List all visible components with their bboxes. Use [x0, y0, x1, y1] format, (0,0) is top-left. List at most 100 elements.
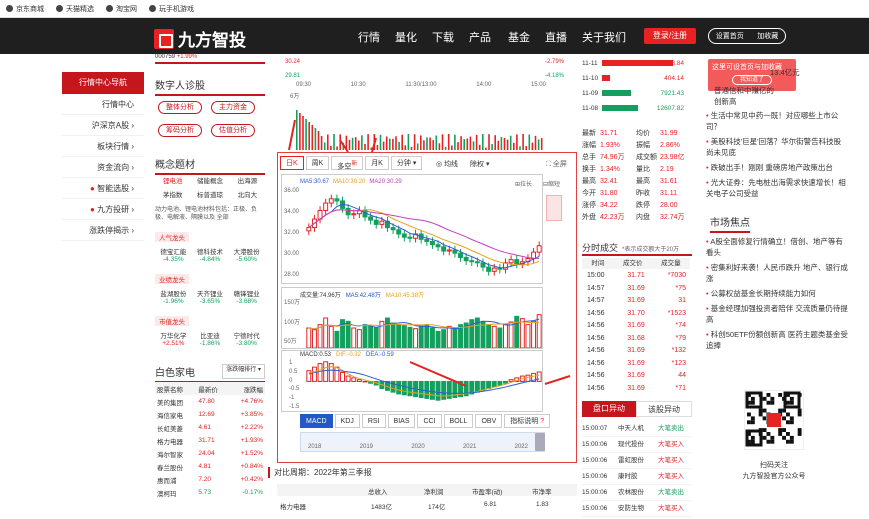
- disk-row[interactable]: 15:00:06 康时胶 大笔买入: [582, 469, 692, 485]
- stock-name[interactable]: 海尔智家: [155, 447, 196, 460]
- sector-row[interactable]: 11-09 7921.43: [582, 86, 684, 101]
- table-row[interactable]: 春兰股份 4.81 +0.84%: [155, 460, 265, 473]
- table-row[interactable]: 格力电器 31.71 +1.93%: [155, 434, 265, 447]
- ind-tab-kdj[interactable]: KDJ: [334, 414, 360, 428]
- news-item[interactable]: • 光大证券：先电桩出海需求快速增长！相关电子公司受益: [706, 177, 848, 199]
- disk-row[interactable]: 15:00:06 雷虹股份 大笔买入: [582, 453, 692, 469]
- tab-daily-k[interactable]: 日K: [280, 156, 304, 170]
- nav-item-funds[interactable]: 基金: [508, 29, 530, 45]
- nav-item-download[interactable]: 下载: [432, 29, 454, 45]
- fullscreen-button[interactable]: ⛶ 全屏: [546, 159, 567, 169]
- ind-tab-obv[interactable]: OBV: [475, 414, 503, 428]
- nav-item-about[interactable]: 关于我们: [582, 29, 626, 45]
- group-stock-name[interactable]: 天齐锂业: [192, 288, 229, 298]
- stock-name[interactable]: 海信家电: [155, 408, 196, 421]
- rights-select[interactable]: 除权 ▾: [470, 159, 489, 169]
- sector-row[interactable]: 11-10 404.14: [582, 71, 684, 86]
- diagnose-valuation-button[interactable]: 估值分析: [211, 124, 255, 137]
- table-row[interactable]: 长虹美菱 4.61 +2.22%: [155, 421, 265, 434]
- group-stock-name[interactable]: 德科技术: [192, 246, 229, 256]
- add-favorite-button[interactable]: 加收藏: [757, 31, 778, 41]
- focus-item[interactable]: • 科创50ETF份额创新高 医药主题类基金受追捧: [706, 329, 848, 351]
- group-stock-name[interactable]: 万华化学: [155, 330, 192, 340]
- disk-row[interactable]: 15:00:06 现代投份 大笔买入: [582, 437, 692, 453]
- news-item[interactable]: • 生活中常见中药一既！对应哪些上市公司？: [706, 110, 848, 132]
- table-row[interactable]: 惠而浦 7.20 +0.42%: [155, 473, 265, 486]
- top-link[interactable]: 京东商城: [6, 4, 44, 14]
- concept-tag[interactable]: 储能概念: [192, 175, 227, 185]
- left-nav-item[interactable]: 行情中心: [62, 94, 144, 115]
- news-fragment-2[interactable]: 创新高: [714, 96, 854, 107]
- focus-item[interactable]: • 基金经理加强投资者陪伴 交流质量仍待提高: [706, 303, 848, 325]
- nav-item-products[interactable]: 产品: [469, 29, 491, 45]
- concept-tag[interactable]: 锂电池: [155, 175, 190, 185]
- news-item[interactable]: • 跌破出手！刚刚 重磅房地产政策出台: [706, 162, 848, 173]
- ma-toggle[interactable]: ◎ 均线: [436, 159, 458, 169]
- stock-name[interactable]: 惠而浦: [155, 473, 196, 486]
- table-row[interactable]: 澳柯玛 5.73 -0.17%: [155, 486, 265, 499]
- stock-name[interactable]: 长虹美菱: [155, 421, 196, 434]
- left-nav-item[interactable]: 沪深京A股 ›: [62, 115, 144, 136]
- tab-market-move[interactable]: 盘口异动: [582, 401, 636, 417]
- sector-row[interactable]: 11-11 35938.84: [582, 56, 684, 71]
- diagnose-capital-button[interactable]: 主力资金: [211, 101, 255, 114]
- group-stock-name[interactable]: 宁德时代: [228, 330, 265, 340]
- left-nav-item[interactable]: ● 九方投研 ›: [62, 199, 144, 220]
- focus-item[interactable]: • 公募权益基金长期持续能力如何: [706, 288, 848, 299]
- nav-item-live[interactable]: 直播: [545, 29, 567, 45]
- table-row[interactable]: 美的集团 47.80 +4.76%: [155, 395, 265, 408]
- news-fragment-1[interactable]: 普通信和中赚亿的: [714, 85, 854, 96]
- ind-tab-help[interactable]: 指标说明 ?: [504, 414, 551, 428]
- group-stock-name[interactable]: 比亚迪: [192, 330, 229, 340]
- group-stock-name[interactable]: 赣锋锂业: [228, 288, 265, 298]
- brand-logo[interactable]: 九方智投: [154, 26, 246, 51]
- left-nav-item[interactable]: 涨跌停揭示 ›: [62, 220, 144, 241]
- diagnose-overall-button[interactable]: 整体分析: [158, 101, 202, 114]
- stock-name[interactable]: 格力电器: [155, 434, 196, 447]
- concept-tag[interactable]: 标普道琼: [192, 189, 227, 199]
- tab-monthly-k[interactable]: 月K: [365, 156, 389, 170]
- ind-tab-bias[interactable]: BIAS: [387, 414, 416, 428]
- ind-tab-macd[interactable]: MACD: [300, 414, 333, 428]
- top-link[interactable]: 玩手机游戏: [149, 4, 194, 14]
- disk-row[interactable]: 15:00:07 中天人机 大笔卖出: [582, 421, 692, 437]
- sector-row[interactable]: 11-08 12607.82: [582, 101, 684, 116]
- left-nav-item[interactable]: ● 智能选股 ›: [62, 178, 144, 199]
- tab-weekly-k[interactable]: 周K: [305, 156, 330, 170]
- group-stock-name[interactable]: 德宝汇能: [155, 246, 192, 256]
- diagnose-chips-button[interactable]: 筹码分析: [158, 124, 202, 137]
- stock-name[interactable]: 春兰股份: [155, 460, 196, 473]
- stock-name[interactable]: 澳柯玛: [155, 486, 196, 499]
- left-nav-item[interactable]: 资金流向 ›: [62, 157, 144, 178]
- top-link[interactable]: 天猫精选: [56, 4, 94, 14]
- nav-item-quant[interactable]: 量化: [395, 29, 417, 45]
- zoom-out-button[interactable]: ⊟缩短: [543, 179, 560, 188]
- tab-stock-move[interactable]: 该股异动: [636, 401, 692, 417]
- range-slider-handle[interactable]: [535, 433, 545, 451]
- concept-tag[interactable]: 北向大: [230, 189, 265, 199]
- disk-row[interactable]: 15:00:06 安防生物 大笔买入: [582, 501, 692, 517]
- concept-tag[interactable]: 茅指数: [155, 189, 190, 199]
- nav-item-quotes[interactable]: 行情: [358, 29, 380, 45]
- top-link[interactable]: 淘宝网: [106, 4, 137, 14]
- popup-ok-button[interactable]: 我知道了: [732, 75, 772, 85]
- news-item[interactable]: • 美股科技'巨星'回落？华尔街警告科技股尚未见底: [706, 136, 848, 158]
- ind-tab-rsi[interactable]: RSI: [361, 414, 386, 428]
- rank-select[interactable]: 涨跌幅排行 ▾: [222, 364, 265, 379]
- ind-tab-boll[interactable]: BOLL: [443, 414, 474, 428]
- table-row[interactable]: 海尔智家 24.04 +1.52%: [155, 447, 265, 460]
- ind-tab-cci[interactable]: CCI: [417, 414, 442, 428]
- login-button[interactable]: 登录/注册: [644, 28, 696, 44]
- focus-item[interactable]: • A股全面修复行情确立！借创、地产等有看头: [706, 236, 848, 258]
- tab-long-short[interactable]: 多空新: [331, 156, 364, 170]
- group-stock-name[interactable]: 盐湖股份: [155, 288, 192, 298]
- tab-minute[interactable]: 分钟 ▾: [390, 156, 423, 170]
- set-home-button[interactable]: 设置首页: [716, 31, 744, 41]
- group-stock-name[interactable]: 大港股份: [228, 246, 265, 256]
- table-row[interactable]: 海信家电 12.69 +3.85%: [155, 408, 265, 421]
- side-widget[interactable]: [546, 195, 562, 221]
- focus-item[interactable]: • 密集利好来袭！人民币跌升 地产、银行成涨: [706, 262, 848, 284]
- left-nav-item[interactable]: 板块行情 ›: [62, 136, 144, 157]
- disk-row[interactable]: 15:00:06 农林股份 大笔卖出: [582, 485, 692, 501]
- concept-tag[interactable]: 出海源: [230, 175, 265, 185]
